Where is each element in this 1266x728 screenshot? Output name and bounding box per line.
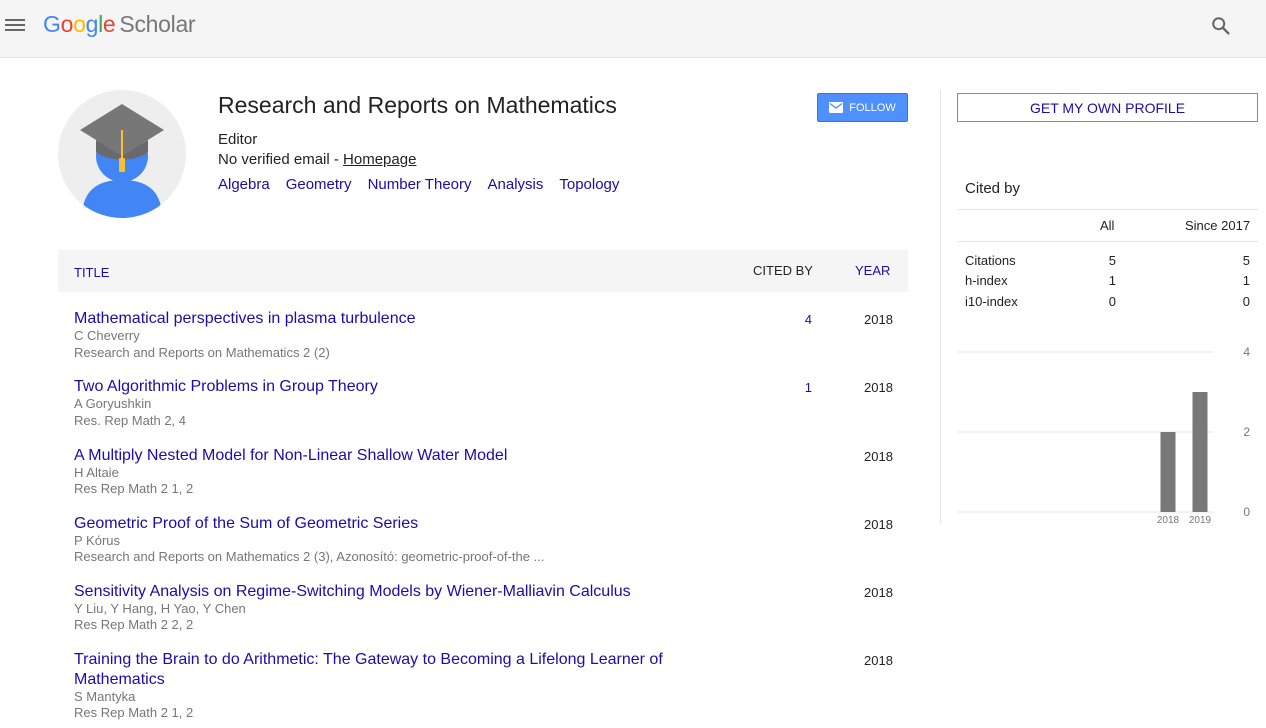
article-venue: Res Rep Math 2 1, 2 bbox=[74, 481, 194, 496]
article-title[interactable]: Two Algorithmic Problems in Group Theory bbox=[74, 377, 694, 397]
article-venue: Research and Reports on Mathematics 2 (3… bbox=[74, 549, 545, 564]
logo-scholar-text: Scholar bbox=[119, 11, 196, 37]
chart-x-tick-label: 2019 bbox=[1189, 515, 1212, 526]
article-authors: C Cheverry bbox=[74, 328, 140, 343]
sort-by-cited[interactable]: CITED BY bbox=[753, 263, 813, 278]
stat-label[interactable]: h-index bbox=[965, 273, 1008, 288]
article-year: 2018 bbox=[864, 449, 893, 464]
article-year: 2018 bbox=[864, 380, 893, 395]
column-divider bbox=[940, 90, 941, 524]
article-authors: A Goryushkin bbox=[74, 396, 152, 411]
article-authors: H Altaie bbox=[74, 465, 119, 480]
interest-analysis[interactable]: Analysis bbox=[488, 176, 544, 193]
mail-icon bbox=[829, 102, 844, 113]
chart-x-tick-label: 2018 bbox=[1157, 515, 1180, 526]
logo-letter: o bbox=[60, 11, 74, 37]
article-authors: P Kórus bbox=[74, 533, 121, 548]
avatar-icon bbox=[80, 104, 164, 218]
stats-row-h-index: h-index 1 1 bbox=[965, 273, 1250, 293]
stat-all: 5 bbox=[1108, 253, 1116, 268]
article-year: 2018 bbox=[864, 653, 893, 668]
profile-email-line: No verified email - Homepage bbox=[218, 151, 416, 168]
chart-y-tick-label: 2 bbox=[1243, 425, 1250, 439]
stats-divider bbox=[957, 209, 1258, 210]
stat-since: 0 bbox=[1242, 294, 1250, 309]
avatar bbox=[58, 90, 186, 218]
citations-bar-chart: 0 2 4 2018 2019 bbox=[957, 345, 1250, 526]
article-title[interactable]: A Multiply Nested Model for Non-Linear S… bbox=[74, 446, 694, 466]
logo-letter: g bbox=[85, 11, 99, 37]
sort-by-year[interactable]: YEAR bbox=[855, 263, 890, 278]
search-icon[interactable] bbox=[1210, 15, 1232, 37]
article-venue: Res Rep Math 2 1, 2 bbox=[74, 705, 194, 720]
stat-label[interactable]: Citations bbox=[965, 253, 1016, 268]
email-status: No verified email - bbox=[218, 151, 344, 168]
logo-letter: G bbox=[43, 11, 61, 37]
interest-algebra[interactable]: Algebra bbox=[218, 176, 270, 193]
stats-col-all: All bbox=[1100, 218, 1115, 233]
article-venue: Res Rep Math 2 2, 2 bbox=[74, 617, 194, 632]
article-title[interactable]: Sensitivity Analysis on Regime-Switching… bbox=[74, 582, 694, 602]
follow-button[interactable]: FOLLOW bbox=[817, 93, 908, 122]
google-scholar-logo[interactable]: Google Scholar bbox=[43, 11, 196, 38]
articles-table-header: TITLE CITED BY YEAR bbox=[58, 250, 908, 292]
profile-affiliation: Editor bbox=[218, 131, 258, 148]
stat-since: 5 bbox=[1242, 253, 1250, 268]
chart-bar bbox=[1192, 392, 1208, 512]
article-cited-count[interactable]: 4 bbox=[798, 312, 812, 327]
interest-geometry[interactable]: Geometry bbox=[286, 176, 352, 193]
sort-by-title[interactable]: TITLE bbox=[74, 265, 109, 280]
stat-label[interactable]: i10-index bbox=[965, 294, 1018, 309]
interest-number-theory[interactable]: Number Theory bbox=[368, 176, 472, 193]
article-authors: S Mantyka bbox=[74, 689, 136, 704]
get-my-own-profile-button[interactable]: GET MY OWN PROFILE bbox=[957, 93, 1258, 122]
article-title[interactable]: Training the Brain to do Arithmetic: The… bbox=[74, 650, 694, 690]
stat-all: 1 bbox=[1108, 273, 1116, 288]
article-cited-count[interactable]: 1 bbox=[798, 380, 812, 395]
article-year: 2018 bbox=[864, 312, 893, 327]
chart-bar bbox=[1160, 432, 1176, 512]
homepage-link[interactable]: Homepage bbox=[343, 151, 416, 168]
article-title[interactable]: Geometric Proof of the Sum of Geometric … bbox=[74, 514, 694, 534]
article-title[interactable]: Mathematical perspectives in plasma turb… bbox=[74, 309, 694, 329]
chart-y-tick-label: 4 bbox=[1243, 345, 1250, 359]
profile-name: Research and Reports on Mathematics bbox=[218, 92, 617, 118]
stats-row-citations: Citations 5 5 bbox=[965, 253, 1250, 273]
article-authors: Y Liu, Y Hang, H Yao, Y Chen bbox=[74, 601, 246, 616]
logo-letter: o bbox=[73, 11, 86, 37]
top-bar: Google Scholar bbox=[0, 0, 1266, 58]
menu-icon[interactable] bbox=[5, 16, 25, 34]
interests-list: Algebra Geometry Number Theory Analysis Topo… bbox=[218, 176, 635, 193]
stats-row-i10-index: i10-index 0 0 bbox=[965, 294, 1250, 314]
stat-since: 1 bbox=[1242, 273, 1250, 288]
article-venue: Research and Reports on Mathematics 2 (2… bbox=[74, 345, 330, 360]
article-venue: Res. Rep Math 2, 4 bbox=[74, 413, 186, 428]
article-year: 2018 bbox=[864, 585, 893, 600]
cited-by-heading: Cited by bbox=[965, 180, 1021, 197]
stat-all: 0 bbox=[1108, 294, 1116, 309]
follow-label: FOLLOW bbox=[849, 101, 896, 114]
logo-letter: e bbox=[102, 11, 116, 37]
stats-col-since: Since 2017 bbox=[1185, 218, 1251, 233]
stats-divider bbox=[957, 241, 1258, 242]
interest-topology[interactable]: Topology bbox=[559, 176, 619, 193]
article-year: 2018 bbox=[864, 517, 893, 532]
chart-y-tick-label: 0 bbox=[1243, 505, 1250, 519]
